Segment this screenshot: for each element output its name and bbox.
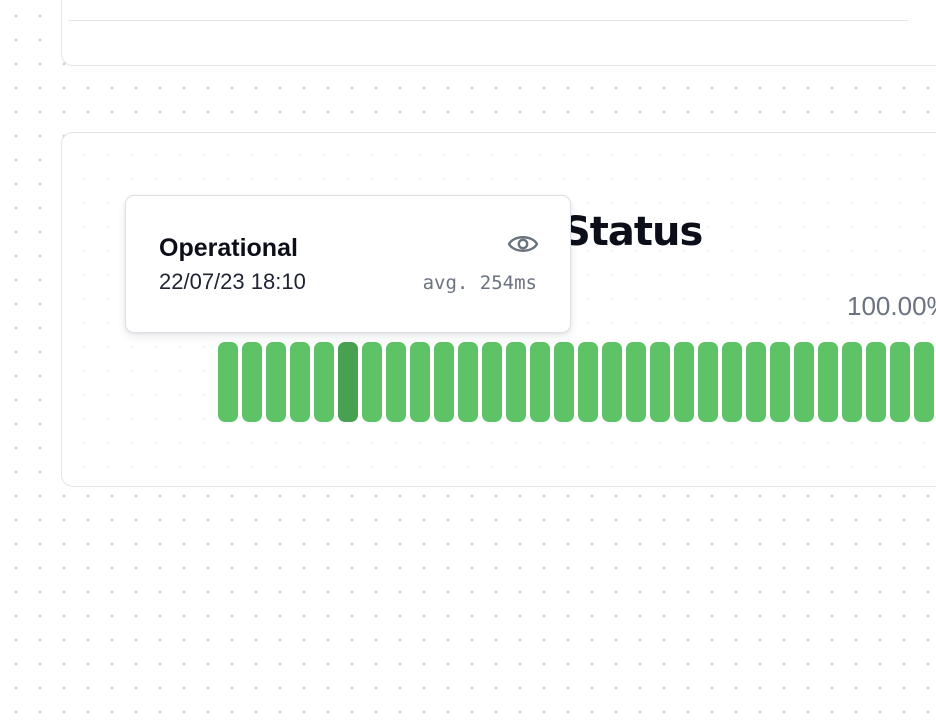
status-bar[interactable] bbox=[266, 342, 286, 422]
status-bar[interactable] bbox=[818, 342, 838, 422]
status-bar[interactable] bbox=[434, 342, 454, 422]
status-bar[interactable] bbox=[674, 342, 694, 422]
status-bar[interactable] bbox=[650, 342, 670, 422]
status-bar[interactable] bbox=[314, 342, 334, 422]
status-bar[interactable] bbox=[698, 342, 718, 422]
status-bar[interactable] bbox=[794, 342, 814, 422]
monitor-heading: Status bbox=[562, 209, 703, 255]
status-bar[interactable] bbox=[458, 342, 478, 422]
tooltip-status: Operational bbox=[159, 234, 298, 262]
eye-icon[interactable] bbox=[507, 232, 539, 256]
tooltip-timestamp: 22/07/23 18:10 bbox=[159, 269, 306, 294]
previous-card-inner-divider bbox=[68, 20, 908, 22]
tooltip-avg-response: avg. 254ms bbox=[422, 272, 537, 294]
status-bar[interactable] bbox=[386, 342, 406, 422]
bar-tooltip: Operational 22/07/23 18:10 avg. 254ms bbox=[125, 195, 571, 333]
status-bar[interactable] bbox=[722, 342, 742, 422]
status-bar[interactable] bbox=[626, 342, 646, 422]
status-bar[interactable] bbox=[866, 342, 886, 422]
status-bar[interactable] bbox=[482, 342, 502, 422]
status-bar[interactable] bbox=[578, 342, 598, 422]
monitor-card-previous bbox=[61, 0, 936, 66]
status-bar[interactable] bbox=[890, 342, 910, 422]
status-bar[interactable] bbox=[410, 342, 430, 422]
status-bar[interactable] bbox=[362, 342, 382, 422]
status-bar[interactable] bbox=[218, 342, 238, 422]
status-bar[interactable] bbox=[506, 342, 526, 422]
status-bar[interactable] bbox=[602, 342, 622, 422]
status-bar[interactable] bbox=[914, 342, 934, 422]
status-bar[interactable] bbox=[554, 342, 574, 422]
status-bar[interactable] bbox=[842, 342, 862, 422]
status-bar[interactable] bbox=[770, 342, 790, 422]
status-bar[interactable] bbox=[530, 342, 550, 422]
status-bar[interactable] bbox=[338, 342, 358, 422]
uptime-percentage: 100.00% bbox=[847, 291, 936, 321]
status-bar[interactable] bbox=[290, 342, 310, 422]
status-bar[interactable] bbox=[242, 342, 262, 422]
status-bar[interactable] bbox=[746, 342, 766, 422]
uptime-bar-chart bbox=[218, 342, 934, 422]
